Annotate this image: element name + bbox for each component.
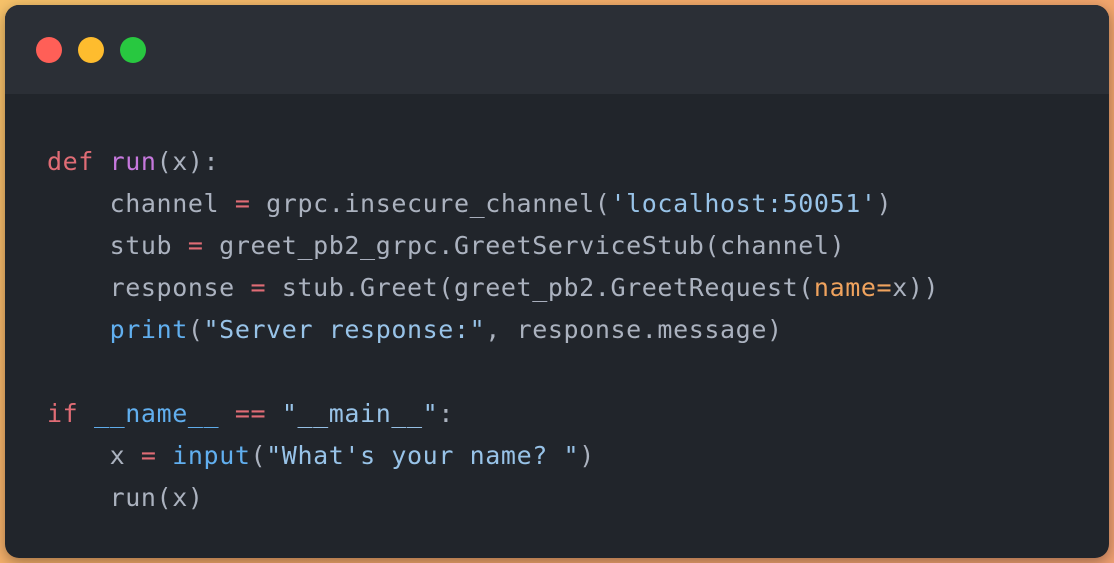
code-token: response [47,273,251,302]
code-token: ( [187,315,204,344]
code-line: def run(x): [47,141,939,183]
code-token: greet_pb2_grpc.GreetServiceStub(channel) [203,231,846,260]
code-token: grpc.insecure_channel( [250,189,611,218]
code-token: = [234,189,251,218]
code-token: stub.Greet(greet_pb2.GreetRequest( [266,273,814,302]
code-block: def run(x): channel = grpc.insecure_chan… [47,141,939,519]
code-line: print("Server response:", response.messa… [47,309,939,351]
code-token: input [172,441,251,470]
code-window: def run(x): channel = grpc.insecure_chan… [5,5,1109,558]
window-titlebar [5,5,1109,94]
code-line: response = stub.Greet(greet_pb2.GreetReq… [47,267,939,309]
code-token: ( [250,441,267,470]
code-token: == [234,399,267,428]
code-line: stub = greet_pb2_grpc.GreetServiceStub(c… [47,225,939,267]
code-token: = [187,231,204,260]
code-token: 'localhost:50051' [610,189,877,218]
code-token: , response.message) [485,315,783,344]
code-token: = [250,273,267,302]
code-line: channel = grpc.insecure_channel('localho… [47,183,939,225]
code-line [47,351,939,393]
code-line: run(x) [47,477,939,519]
minimize-window-button[interactable] [78,37,104,63]
code-token: "__main__" [281,399,439,428]
code-token: : [438,399,454,428]
code-token: x)) [892,273,940,302]
code-token: ) [876,189,893,218]
code-token: stub [47,231,188,260]
code-token: name= [813,273,893,302]
code-token: def [47,147,94,176]
code-token: print [109,315,188,344]
code-line: x = input("What's your name? ") [47,435,939,477]
maximize-window-button[interactable] [120,37,146,63]
code-token: ) [579,441,595,470]
code-token: x [47,441,141,470]
code-token: run(x) [47,483,204,512]
code-token: "Server response:" [203,315,486,344]
close-window-button[interactable] [36,37,62,63]
code-token: channel [47,189,235,218]
code-token: run [109,147,157,176]
code-line: if __name__ == "__main__": [47,393,939,435]
code-token: if [47,399,79,428]
code-token: = [140,441,157,470]
code-token: "What's your name? " [266,441,580,470]
code-token: __name__ [93,399,220,428]
code-token: (x): [156,147,220,176]
